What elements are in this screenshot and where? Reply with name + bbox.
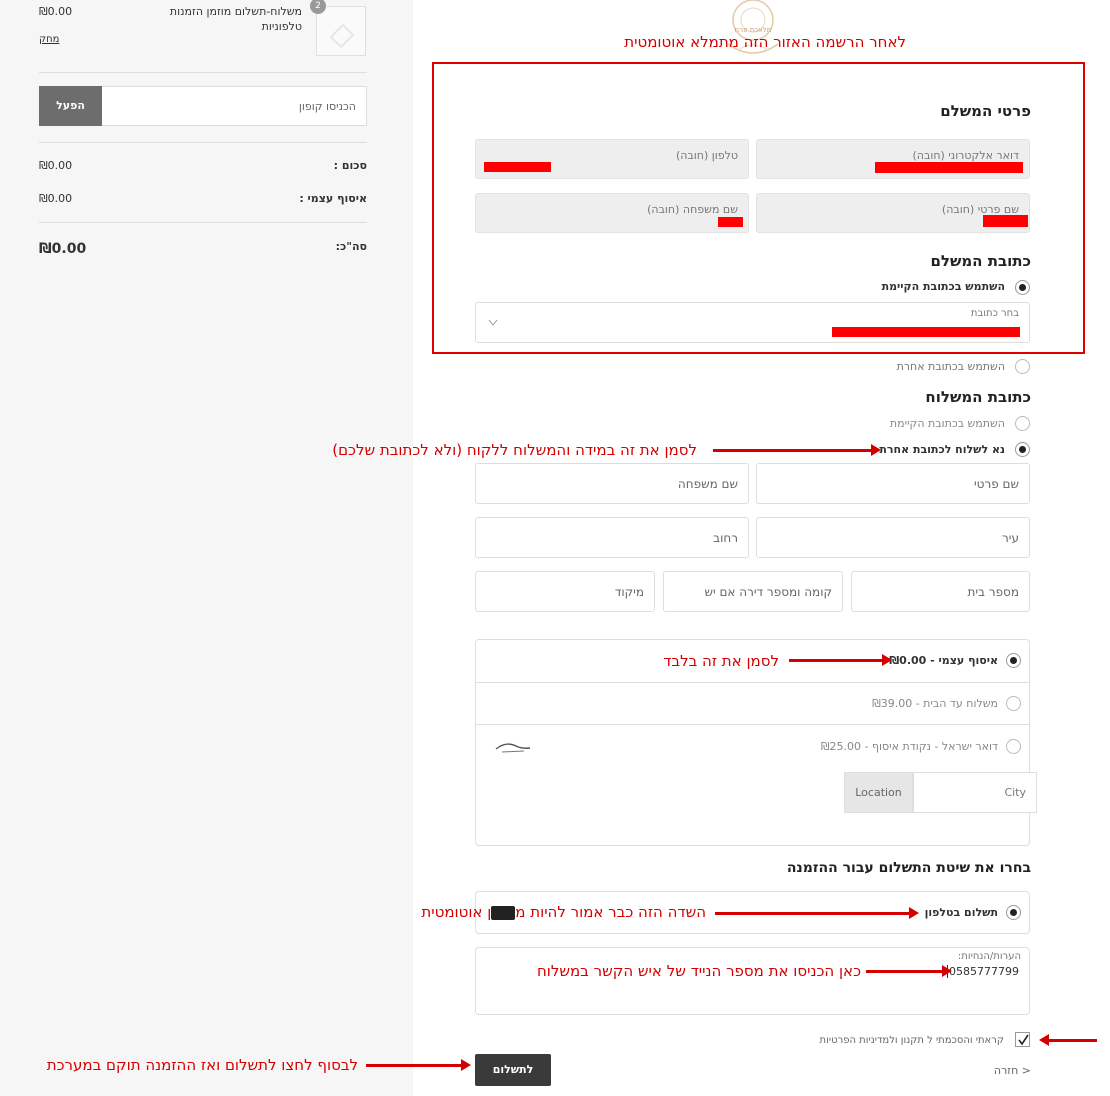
location-button[interactable]: Location (844, 772, 913, 813)
shipping-zip-input[interactable]: מיקוד (475, 571, 655, 612)
pickup-radio[interactable] (1006, 653, 1021, 668)
redaction (484, 162, 551, 172)
divider (39, 222, 367, 223)
remove-item-link[interactable]: מחק (39, 34, 59, 45)
redaction (983, 215, 1028, 227)
email-field[interactable]: דואר אלקטרוני (חובה) (756, 139, 1030, 179)
shipping-city-input[interactable]: עיר (756, 517, 1030, 558)
annotation-arrow (713, 444, 881, 456)
use-other-address-radio[interactable] (1015, 359, 1030, 374)
annotation-arrow (1039, 1034, 1097, 1046)
phone-label: טלפון (חובה) (675, 149, 738, 162)
shipping-street-input[interactable]: רחוב (475, 517, 749, 558)
email-label: דואר אלקטרוני (חובה) (912, 149, 1019, 162)
billing-address-title: כתובת המשלם (930, 252, 1031, 270)
last-name-label: שם משפחה (חובה) (647, 203, 738, 216)
subtotal-label: סכום : (333, 159, 367, 172)
pickup-value: ₪0.00 (39, 192, 73, 205)
first-name-field[interactable]: שם פרטי (חובה) (756, 193, 1030, 233)
redaction (875, 162, 1023, 173)
divider (39, 72, 367, 73)
chevron-down-icon (488, 319, 498, 326)
divider (476, 724, 1029, 725)
phone-payment-label: תשלום בטלפון (924, 906, 998, 919)
terms-checkbox[interactable] (1015, 1032, 1030, 1047)
phone-number-textarea[interactable]: הערות/הנחיות: 0585777799 (475, 947, 1030, 1015)
back-link[interactable]: < חזרה (994, 1064, 1031, 1077)
pickup-label: איסוף עצמי : (299, 192, 367, 205)
terms-label: קראתי והסכמתי ל תקנון ולמדיניות הפרטיות (819, 1035, 1004, 1046)
coupon-input[interactable]: הכניסו קופון (299, 100, 356, 113)
home-delivery-label: משלוח עד הבית - ₪39.00 (872, 697, 998, 710)
divider (39, 142, 367, 143)
use-existing-address-radio[interactable] (1015, 280, 1030, 295)
post-delivery-label: דואר ישראל - נקודת איסוף - ₪25.00 (820, 740, 998, 753)
billing-title: פרטי המשלם (940, 102, 1031, 120)
shipping-first-name-input[interactable]: שם פרטי (756, 463, 1030, 504)
shipping-last-name-placeholder: שם משפחה (677, 476, 738, 491)
logo: מלאכת פרח (718, 0, 788, 62)
shipping-title: כתובת המשלוח (925, 388, 1031, 406)
choose-address-label: בחר כתובת (970, 308, 1019, 319)
post-delivery-radio[interactable] (1006, 739, 1021, 754)
pickup-annotation: לסמן את זה בלבד (663, 652, 779, 670)
shipping-existing-label: השתמש בכתובת הקיימת (889, 417, 1005, 430)
last-name-field[interactable]: שם משפחה (חובה) (475, 193, 749, 233)
use-other-address-label: השתמש בכתובת אחרת (896, 360, 1005, 373)
product-thumbnail (316, 6, 366, 56)
phone-payment-radio[interactable] (1006, 905, 1021, 920)
shipping-floor-apartment-placeholder: קומה ומספר דירה אם יש (704, 584, 832, 599)
phone-field-label: הערות/הנחיות: (957, 951, 1021, 962)
city-input[interactable]: City (913, 772, 1037, 813)
annotation-arrow (789, 654, 892, 666)
shipping-house-number-input[interactable]: מספר בית (851, 571, 1030, 612)
divider (476, 682, 1029, 683)
pickup-label: איסוף עצמי - ₪0.00 (889, 654, 998, 667)
payment-title: בחרו את שיטת התשלום עבור ההזמנה (786, 860, 1031, 876)
product-image-icon (329, 23, 355, 49)
checkmark-icon (1018, 1034, 1029, 1046)
use-existing-address-label: השתמש בכתובת הקיימת (881, 280, 1005, 293)
shipping-zip-placeholder: מיקוד (614, 584, 644, 599)
total-label: סה"כ: (335, 240, 367, 253)
shipping-floor-apartment-input[interactable]: קומה ומספר דירה אם יש (663, 571, 843, 612)
phone-payment-annotation: השדה הזה כבר אמור להיות מסומן אוטומטית (421, 903, 706, 921)
phone-field-annotation: כאן הכניסו את מספר הנייד של איש הקשר במש… (536, 962, 861, 980)
city-placeholder: City (1004, 786, 1026, 799)
israel-post-logo-icon (495, 743, 531, 753)
pay-button[interactable]: לתשלום (475, 1054, 551, 1086)
annotation-arrow (866, 965, 952, 977)
order-summary-sidebar: ₪0.00 מחק משלוח-תשלום מוזמן הזמנות טלפונ… (0, 0, 413, 1096)
item-price: ₪0.00 (39, 5, 73, 18)
coupon-box: הכניסו קופון הפעל (39, 86, 367, 126)
annotation-marker (491, 906, 515, 920)
subtotal-value: ₪0.00 (39, 159, 73, 172)
shipping-street-placeholder: רחוב (713, 530, 738, 545)
annotation-arrow (366, 1059, 471, 1071)
annotation-arrow (715, 907, 919, 919)
phone-field[interactable]: טלפון (חובה) (475, 139, 749, 179)
shipping-house-number-placeholder: מספר בית (967, 584, 1019, 599)
item-name: משלוח-תשלום מוזמן הזמנות טלפוניות (169, 5, 302, 33)
home-delivery-radio[interactable] (1006, 696, 1021, 711)
ship-other-radio[interactable] (1015, 442, 1030, 457)
shipping-existing-radio[interactable] (1015, 416, 1030, 431)
autofill-annotation: לאחר הרשמה האזור הזה מתמלא אוטומטית (624, 33, 906, 51)
shipping-city-placeholder: עיר (1002, 530, 1019, 545)
ship-other-label: נא לשלוח לכתובת אחרת (879, 443, 1005, 456)
pay-annotation: לבסוף לחצו לתשלום ואז ההזמנה תוקם במערכת (46, 1056, 358, 1074)
total-value: ₪0.00 (39, 241, 87, 257)
phone-field-value: 0585777799 (947, 965, 1019, 978)
address-select[interactable]: בחר כתובת (475, 302, 1030, 343)
shipping-last-name-input[interactable]: שם משפחה (475, 463, 749, 504)
redaction (718, 217, 743, 227)
ship-other-annotation: לסמן את זה במידה והמשלוח ללקוח (ולא לכתו… (332, 441, 697, 459)
redaction (832, 327, 1020, 337)
shipping-first-name-placeholder: שם פרטי (973, 476, 1019, 491)
coupon-apply-button[interactable]: הפעל (39, 86, 102, 126)
